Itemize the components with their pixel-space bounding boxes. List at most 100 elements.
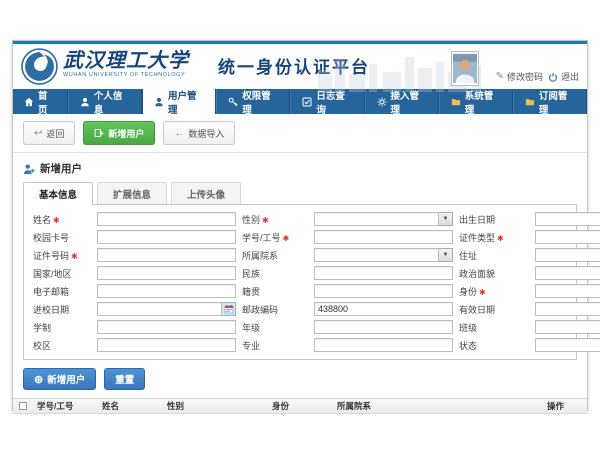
- input-校区[interactable]: [97, 338, 236, 352]
- field-label-民族: 民族: [242, 267, 308, 280]
- logout-link[interactable]: 退出: [548, 70, 579, 83]
- nav-item-系统管理[interactable]: 系统管理: [439, 89, 513, 114]
- add-user-toolbar-label: 新增用户: [108, 127, 144, 140]
- main-nav: 首页个人信息用户管理 权限管理日志查询接入管理系统管理 订阅管理: [13, 89, 587, 114]
- input-邮政编码[interactable]: [314, 302, 453, 316]
- field-进校日期: [97, 302, 236, 316]
- field-label-学制: 学制: [33, 321, 91, 334]
- calendar-icon[interactable]: [222, 302, 236, 316]
- input-校园卡号[interactable]: [97, 230, 236, 244]
- input-有效日期[interactable]: [535, 302, 600, 316]
- required-asterisk: ✱: [283, 234, 290, 243]
- field-状态: [535, 338, 600, 352]
- table-header-姓名: 姓名: [98, 400, 163, 412]
- nav-item-订阅管理[interactable]: 订阅管理: [513, 89, 587, 114]
- power-icon: [548, 72, 558, 82]
- field-label-进校日期: 进校日期: [33, 303, 91, 316]
- input-所属院系[interactable]: [314, 248, 439, 262]
- select-all-checkbox[interactable]: [19, 402, 27, 410]
- import-arrow-icon: ←: [174, 128, 184, 139]
- dropdown-caret-button[interactable]: ▼: [439, 248, 453, 262]
- field-政治面貌: [535, 266, 600, 280]
- nav-item-日志查询[interactable]: 日志查询: [290, 89, 364, 114]
- logout-label: 退出: [561, 70, 579, 83]
- input-电子邮箱[interactable]: [97, 284, 236, 298]
- field-label-住址: 住址: [459, 249, 529, 262]
- field-校区: [97, 338, 236, 352]
- back-arrow-icon: ↩: [34, 128, 42, 139]
- input-状态[interactable]: [535, 338, 600, 352]
- data-import-button[interactable]: ← 数据导入: [163, 121, 235, 145]
- tab-上传头像[interactable]: 上传头像: [171, 182, 241, 204]
- folder-icon: [525, 97, 535, 107]
- input-性别[interactable]: [314, 212, 439, 226]
- input-学号/工号[interactable]: [314, 230, 453, 244]
- nav-item-label: 权限管理: [242, 88, 278, 116]
- required-asterisk: ✱: [497, 234, 504, 243]
- input-学制[interactable]: [97, 320, 236, 334]
- header-links: ✎ 修改密码 退出: [496, 70, 579, 83]
- change-password-link[interactable]: ✎ 修改密码: [496, 70, 543, 83]
- field-label-年级: 年级: [242, 321, 308, 334]
- nav-item-接入管理[interactable]: 接入管理: [365, 89, 439, 114]
- nav-item-首页[interactable]: 首页: [13, 89, 68, 114]
- pencil-icon: ✎: [496, 71, 504, 82]
- section-title: 新增用户: [13, 153, 587, 180]
- table-header-身份: 身份: [268, 400, 333, 412]
- required-asterisk: ✱: [53, 216, 60, 225]
- input-姓名[interactable]: [97, 212, 236, 226]
- back-button[interactable]: ↩ 返回: [23, 121, 75, 145]
- field-证件号码: [97, 248, 236, 262]
- input-民族[interactable]: [314, 266, 453, 280]
- nav-item-label: 订阅管理: [539, 88, 575, 116]
- input-出生日期[interactable]: [535, 212, 600, 226]
- field-label-校区: 校区: [33, 339, 91, 352]
- reset-button-label: 重置: [115, 372, 134, 386]
- input-籍贯[interactable]: [314, 284, 453, 298]
- tab-扩展信息[interactable]: 扩展信息: [97, 182, 167, 204]
- dropdown-caret-button[interactable]: ▼: [439, 212, 453, 226]
- user-avatar[interactable]: [451, 51, 479, 86]
- home-icon: [24, 97, 34, 107]
- field-邮政编码: [314, 302, 453, 316]
- add-user-icon: [94, 128, 104, 138]
- toolbar: ↩ 返回 新增用户 ← 数据导入: [13, 114, 587, 153]
- nav-item-用户管理[interactable]: 用户管理: [142, 89, 216, 114]
- submit-add-user-button[interactable]: ⊕ 新增用户: [23, 368, 96, 390]
- input-国家/地区[interactable]: [97, 266, 236, 280]
- reset-button[interactable]: 重置: [104, 368, 145, 390]
- university-name-block: 武汉理工大学 WUHAN UNIVERSITY OF TECHNOLOGY: [63, 49, 189, 78]
- input-住址[interactable]: [535, 248, 600, 262]
- user-icon: [80, 97, 90, 107]
- change-password-label: 修改密码: [507, 70, 543, 83]
- folder-icon: [451, 97, 461, 107]
- field-学号/工号: [314, 230, 453, 244]
- table-header-学号/工号: 学号/工号: [33, 400, 98, 412]
- input-政治面貌[interactable]: [535, 266, 600, 280]
- input-进校日期[interactable]: [97, 302, 222, 316]
- tab-基本信息[interactable]: 基本信息: [23, 182, 93, 205]
- add-user-toolbar-button[interactable]: 新增用户: [83, 121, 155, 145]
- required-asterisk: ✱: [479, 288, 486, 297]
- nav-item-个人信息[interactable]: 个人信息: [68, 89, 142, 114]
- nav-item-权限管理[interactable]: 权限管理: [216, 89, 290, 114]
- field-年级: [314, 320, 453, 334]
- field-label-邮政编码: 邮政编码: [242, 303, 308, 316]
- form-tabs: 基本信息扩展信息上传头像: [23, 182, 577, 204]
- field-label-学号/工号: 学号/工号✱: [242, 231, 308, 244]
- input-专业[interactable]: [314, 338, 453, 352]
- field-专业: [314, 338, 453, 352]
- input-证件类型[interactable]: [535, 230, 600, 244]
- input-班级[interactable]: [535, 320, 600, 334]
- field-住址: [535, 248, 600, 262]
- field-label-所属院系: 所属院系: [242, 249, 308, 262]
- input-年级[interactable]: [314, 320, 453, 334]
- field-国家/地区: [97, 266, 236, 280]
- field-label-出生日期: 出生日期: [459, 213, 529, 226]
- field-姓名: [97, 212, 236, 226]
- input-证件号码[interactable]: [97, 248, 236, 262]
- select-all-cell: [13, 402, 33, 410]
- field-label-身份: 身份✱: [459, 285, 529, 298]
- input-身份[interactable]: [535, 284, 600, 298]
- field-身份: [535, 284, 600, 298]
